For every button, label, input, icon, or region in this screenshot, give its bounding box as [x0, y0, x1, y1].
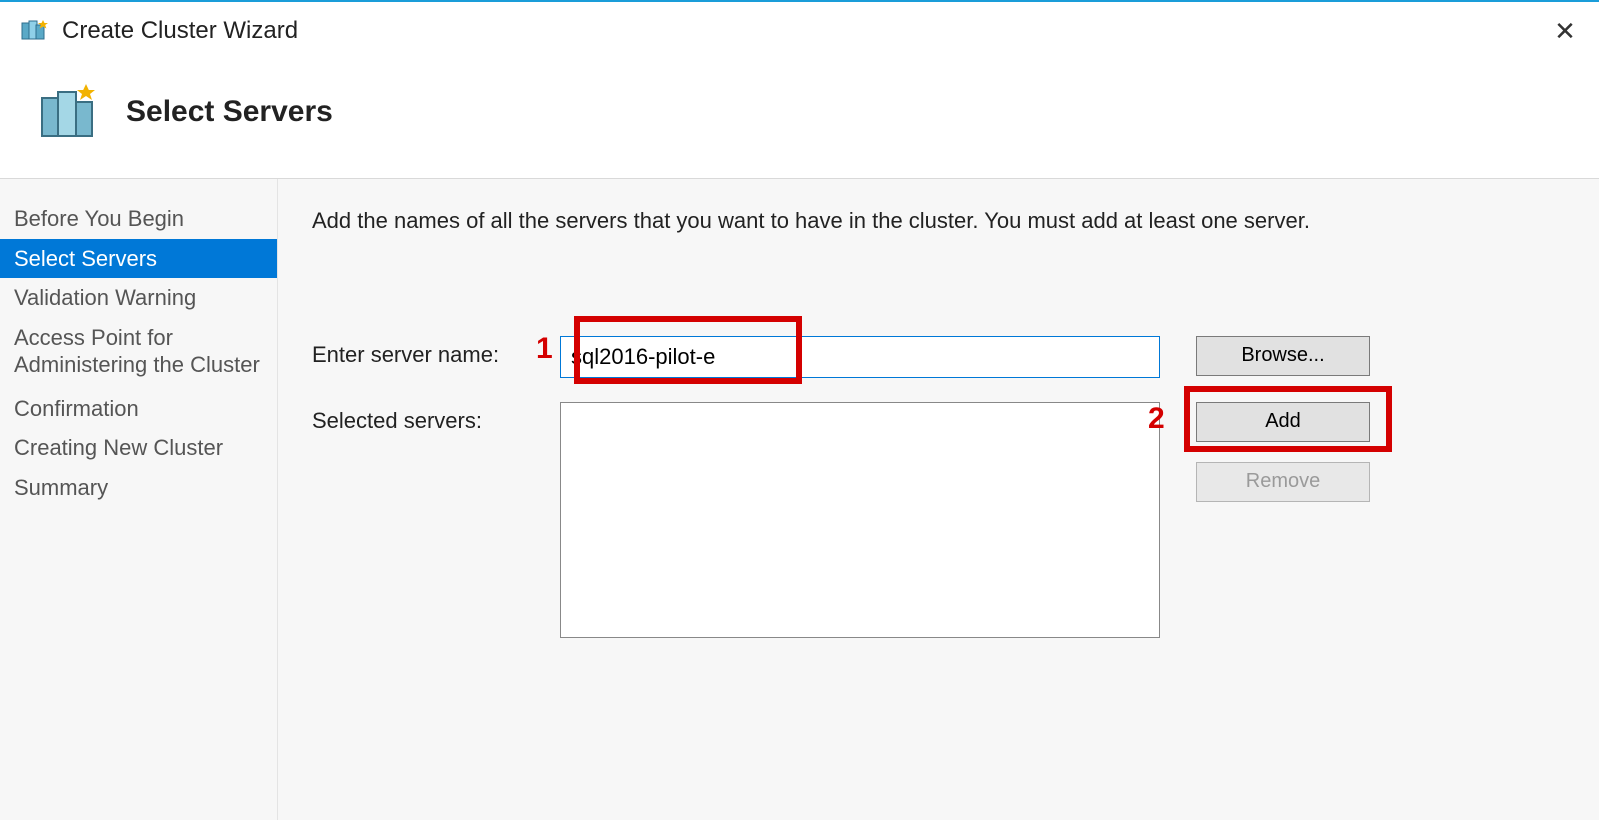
- selected-servers-label: Selected servers:: [312, 402, 560, 434]
- sidebar-step-validation-warning[interactable]: Validation Warning: [0, 278, 277, 318]
- selected-servers-listbox[interactable]: [560, 402, 1160, 638]
- titlebar: Create Cluster Wizard ✕: [0, 2, 1599, 60]
- enter-server-name-label: Enter server name:: [312, 336, 560, 368]
- page-header: Select Servers: [0, 60, 1599, 178]
- sidebar-step-confirmation[interactable]: Confirmation: [0, 389, 277, 429]
- sidebar-step-select-servers[interactable]: Select Servers: [0, 239, 277, 279]
- server-name-row: Enter server name: Browse...: [312, 336, 1559, 378]
- instruction-text: Add the names of all the servers that yo…: [312, 207, 1559, 236]
- sidebar-step-access-point[interactable]: Access Point for Administering the Clust…: [0, 318, 277, 389]
- sidebar-step-creating-new-cluster[interactable]: Creating New Cluster: [0, 428, 277, 468]
- close-button[interactable]: ✕: [1545, 11, 1585, 51]
- selected-servers-row: Selected servers: Add Remove: [312, 402, 1559, 638]
- sidebar-step-label: Summary: [14, 475, 108, 500]
- remove-button: Remove: [1196, 462, 1370, 502]
- page-title: Select Servers: [126, 95, 333, 129]
- sidebar-step-label: Confirmation: [14, 396, 139, 421]
- sidebar-step-before-you-begin[interactable]: Before You Begin: [0, 199, 277, 239]
- wizard-step-icon: [36, 80, 100, 144]
- wizard-steps-sidebar: Before You Begin Select Servers Validati…: [0, 179, 278, 820]
- sidebar-step-summary[interactable]: Summary: [0, 468, 277, 508]
- browse-button[interactable]: Browse...: [1196, 336, 1370, 376]
- window-title: Create Cluster Wizard: [62, 17, 1531, 45]
- content-area: Before You Begin Select Servers Validati…: [0, 178, 1599, 820]
- sidebar-step-label: Validation Warning: [14, 285, 196, 310]
- sidebar-step-label: Before You Begin: [14, 206, 184, 231]
- main-panel: Add the names of all the servers that yo…: [278, 179, 1599, 820]
- app-icon: [20, 17, 48, 45]
- server-name-input[interactable]: [560, 336, 1160, 378]
- sidebar-step-label: Select Servers: [14, 246, 157, 271]
- sidebar-step-label: Access Point for Administering the Clust…: [14, 325, 260, 378]
- wizard-window: Create Cluster Wizard ✕ Select Servers B…: [0, 0, 1599, 820]
- sidebar-step-label: Creating New Cluster: [14, 435, 223, 460]
- add-button[interactable]: Add: [1196, 402, 1370, 442]
